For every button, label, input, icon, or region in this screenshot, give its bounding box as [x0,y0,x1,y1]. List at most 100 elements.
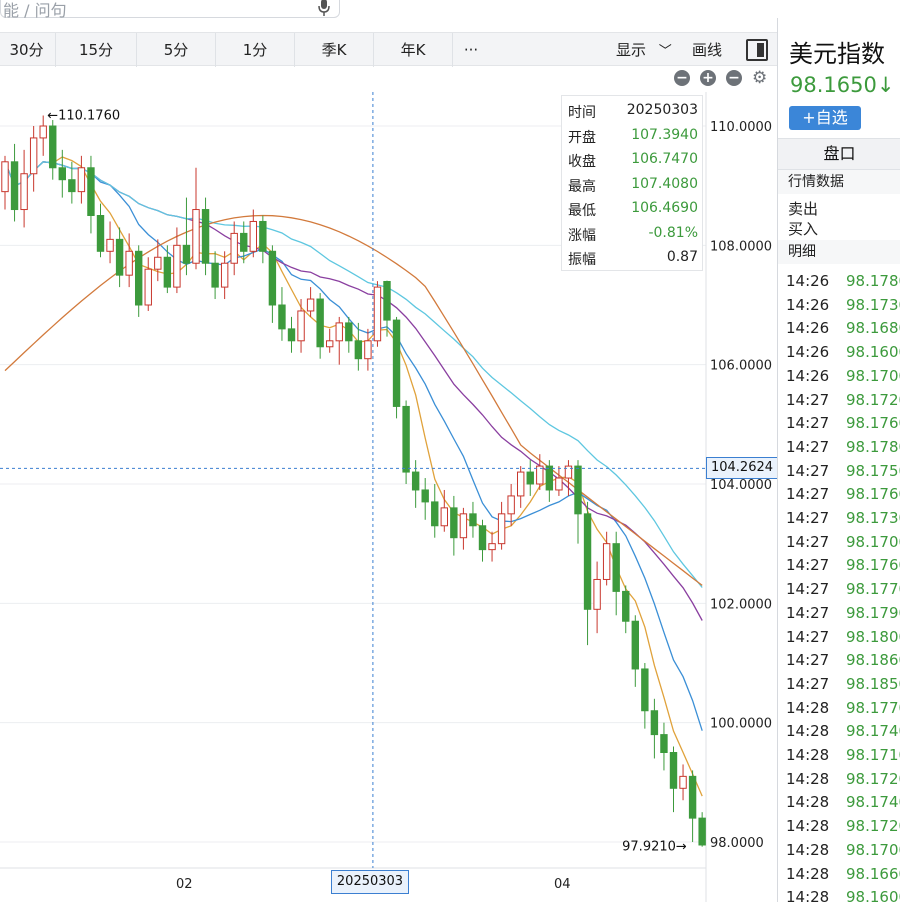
info-row: 开盘 107.3940 [568,127,698,147]
tab-order-book[interactable]: 盘口 [778,138,900,170]
add-watchlist-button[interactable]: +自选 [789,106,861,130]
info-value: 106.7470 [631,151,698,167]
price-tick-label: 110.0000 [710,120,772,135]
more-periods-button[interactable]: ··· [453,33,489,67]
up-candle [230,232,238,264]
tick-row: 14:28 98.1700 [778,838,900,862]
tick-row: 14:27 98.1860 [778,648,900,672]
period-30m-button[interactable]: 30分 [0,33,56,67]
down-candle [259,220,267,252]
tick-time: 14:26 [786,343,830,362]
down-candle [622,590,630,622]
search-input[interactable]: 能 / 问句 [0,0,340,20]
up-candle [440,507,449,527]
tick-price: 98.1680 [846,319,900,338]
price-tick-label: 100.0000 [710,717,772,732]
down-candle [698,817,706,846]
tick-price: 98.1740 [846,722,900,741]
tick-row: 14:27 98.1790 [778,601,900,625]
up-candle [306,298,315,312]
draw-line-button[interactable]: 画线 [692,33,722,67]
up-candle [220,262,229,288]
period-5m-button[interactable]: 5分 [137,33,216,67]
tick-price: 98.1730 [846,509,900,527]
price-value: 98.1650 [790,73,877,97]
price-tick-label: 102.0000 [710,597,772,612]
up-candle [335,322,343,342]
tick-price: 98.1740 [846,793,900,812]
info-row: 时间 20250303 [568,102,698,122]
info-row: 涨幅 -0.81% [568,225,698,245]
tick-time: 14:26 [786,272,830,290]
period-1m-button[interactable]: 1分 [216,33,295,67]
tick-time: 14:27 [786,485,830,504]
down-candle [421,489,429,503]
gear-icon[interactable]: ⚙ [752,69,767,87]
down-candle [574,465,582,515]
tick-price: 98.1760 [846,485,900,504]
up-candle [593,578,601,610]
date-tick-label: 02 [176,877,193,892]
period-quarter-k-button[interactable]: 季K [295,33,374,67]
down-candle [135,250,143,306]
price-tick-label: 98.0000 [710,836,764,851]
down-candle [411,471,420,491]
instrument-price: 98.1650↓ [790,73,894,97]
tick-time: 14:27 [786,509,830,527]
info-label: 开盘 [568,129,596,146]
tick-row: 14:28 98.1600 [778,885,900,902]
tick-price: 98.1850 [846,674,900,693]
tick-time: 14:27 [786,532,830,551]
down-candle [345,322,353,342]
down-candle [478,525,487,551]
down-candle [10,161,19,211]
tick-time: 14:28 [786,888,830,902]
up-candle [173,244,181,288]
up-candle [1,161,9,193]
up-candle [326,340,334,348]
down-candle [49,125,57,169]
down-candle [211,262,219,288]
crosshair-date-tag: 20250303 [331,870,409,894]
tick-time: 14:27 [786,674,830,693]
tick-time: 14:28 [786,864,830,883]
tick-time: 14:27 [786,580,830,599]
tick-time: 14:28 [786,769,830,788]
info-row: 振幅 0.87 [568,249,698,269]
period-year-k-button[interactable]: 年K [374,33,453,67]
collapse-icon[interactable]: − [726,70,742,86]
microphone-icon[interactable] [317,0,331,17]
info-value: 0.87 [666,249,698,265]
down-candle [383,280,391,321]
tick-time: 14:28 [786,817,830,836]
kline-app: 能 / 问句 30分 15分 5分 1分 季K 年K ··· 显示 ﹀ 画线 −… [0,0,900,902]
info-row: 最低 106.4690 [568,200,698,220]
info-label: 时间 [568,105,596,121]
tick-row: 14:27 98.1760 [778,553,900,577]
info-row: 收盘 106.7470 [568,151,698,171]
tick-time: 14:28 [786,722,830,741]
tick-row: 14:27 98.1800 [778,625,900,649]
down-candle [583,513,592,610]
instrument-name: 美元指数 [789,40,885,68]
tick-time: 14:26 [786,295,830,314]
down-candle [96,215,105,252]
up-candle [249,220,258,252]
period-15m-button[interactable]: 15分 [56,33,137,67]
search-placeholder: 能 / 问句 [3,1,67,20]
tick-price: 98.1780 [846,437,900,456]
down-candle [201,209,210,264]
tick-price: 98.1720 [846,390,900,409]
zoom-out-icon[interactable]: − [674,70,690,86]
zoom-in-icon[interactable]: + [700,70,716,86]
tick-time: 14:27 [786,437,830,456]
tick-time: 14:28 [786,746,830,764]
up-candle [364,340,372,360]
info-label: 最低 [568,203,596,219]
crosshair-price-tag: 104.2624 [706,457,778,479]
up-candle [154,256,162,270]
tick-price: 98.1720 [846,817,900,836]
display-menu-button[interactable]: 显示 ﹀ [616,33,672,67]
panel-layout-icon[interactable] [746,39,768,61]
info-label: 振幅 [568,252,596,268]
